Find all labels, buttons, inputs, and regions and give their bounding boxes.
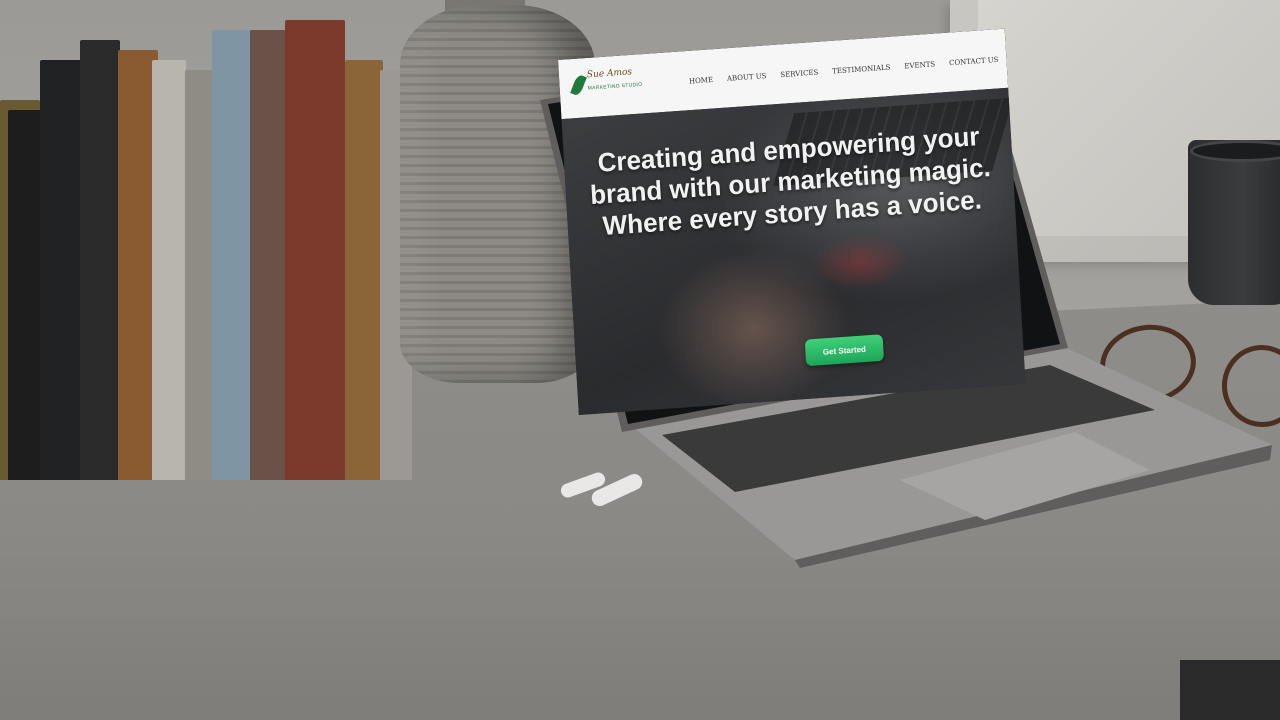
- nav-contact-us[interactable]: CONTACT US: [949, 56, 999, 68]
- nav-events[interactable]: EVENTS: [904, 60, 935, 70]
- laptop: Sue Amos MARKETING STUDIO HOME ABOUT US …: [0, 0, 1280, 720]
- logo-name: Sue Amos: [586, 67, 633, 81]
- nav-home[interactable]: HOME: [689, 76, 714, 86]
- laptop-screen: Sue Amos MARKETING STUDIO HOME ABOUT US …: [558, 28, 1026, 415]
- logo-tagline: MARKETING STUDIO: [587, 81, 643, 92]
- hero-headline-block: Creating and empowering your brand with …: [573, 119, 1007, 244]
- get-started-button[interactable]: Get Started: [804, 334, 885, 367]
- hero-section: Creating and empowering your brand with …: [561, 87, 1026, 415]
- main-nav: HOME ABOUT US SERVICES TESTIMONIALS EVEN…: [689, 56, 999, 86]
- leaf-icon: [570, 73, 587, 97]
- nav-testimonials[interactable]: TESTIMONIALS: [832, 63, 891, 75]
- nav-about-us[interactable]: ABOUT US: [727, 72, 767, 83]
- nav-services[interactable]: SERVICES: [780, 68, 818, 79]
- site-logo[interactable]: Sue Amos MARKETING STUDIO: [570, 67, 643, 108]
